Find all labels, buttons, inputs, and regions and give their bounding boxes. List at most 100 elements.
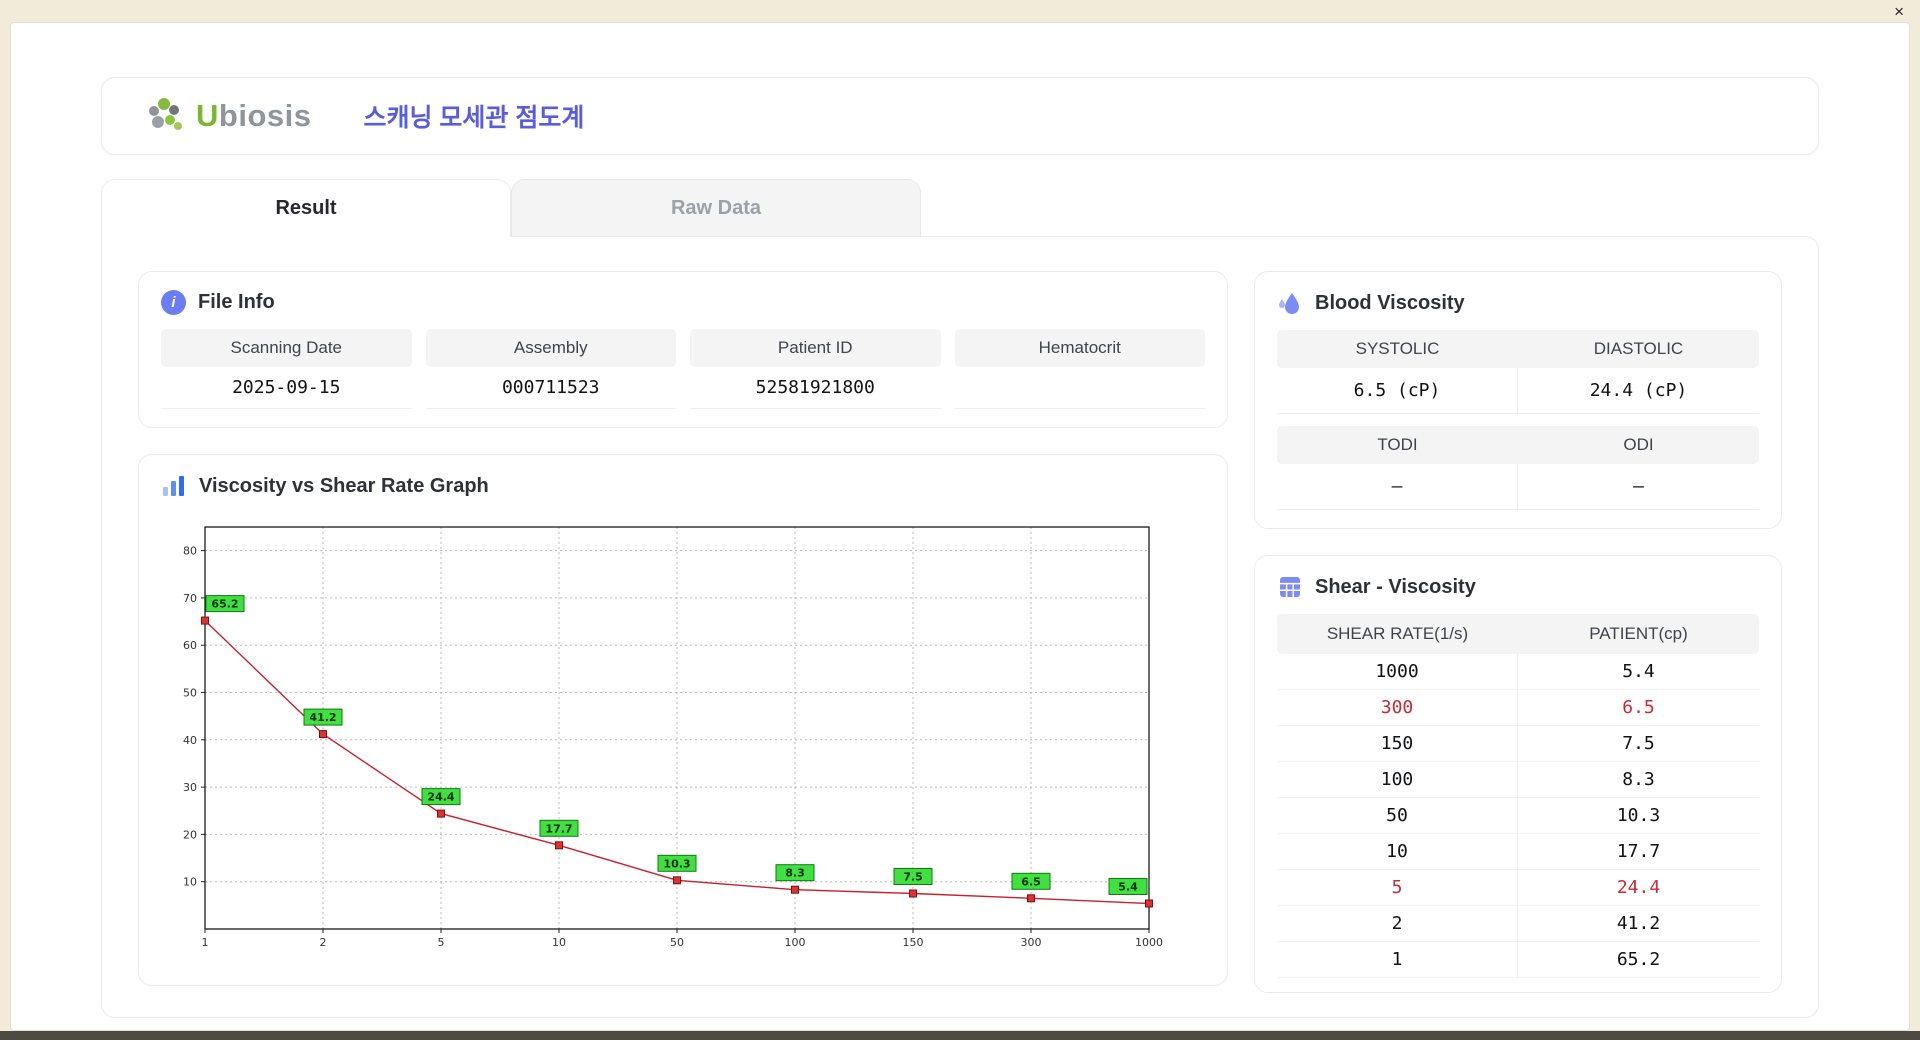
file-info-field: Scanning Date 2025-09-15 xyxy=(161,329,412,409)
ubiosis-logo-mark xyxy=(149,98,182,130)
bv-label: ODI xyxy=(1623,435,1654,454)
table-row: 100 8.3 xyxy=(1277,762,1759,798)
app-window: Ubiosis 스캐닝 모세관 점도계 Result Raw Data i Fi… xyxy=(10,22,1910,1031)
shear-col-header: SHEAR RATE(1/s) xyxy=(1326,624,1469,643)
svg-text:20: 20 xyxy=(183,828,197,841)
left-column: i File Info Scanning Date 2025-09-15 Assem… xyxy=(138,271,1228,986)
app-title: 스캐닝 모세관 점도계 xyxy=(363,104,585,132)
svg-text:10: 10 xyxy=(183,876,197,889)
graph-panel: Viscosity vs Shear Rate Graph 10 20 30 40 50… xyxy=(138,454,1228,986)
svg-text:50: 50 xyxy=(670,936,684,949)
svg-text:100: 100 xyxy=(785,936,806,949)
svg-text:300: 300 xyxy=(1021,936,1042,949)
tab-raw-data[interactable]: Raw Data xyxy=(511,179,921,237)
chart-point-label: 5.4 xyxy=(1108,878,1148,895)
chart-point-label: 10.3 xyxy=(657,854,697,872)
bv-value: – xyxy=(1277,464,1518,509)
bv-value: 24.4 (cP) xyxy=(1589,380,1688,401)
shear-viscosity-panel: Shear - Viscosity SHEAR RATE(1/s) PATIEN… xyxy=(1254,555,1782,993)
table-row: 5 24.4 xyxy=(1277,870,1759,906)
blood-viscosity-header: Blood Viscosity xyxy=(1277,290,1759,316)
svg-text:1000: 1000 xyxy=(1135,936,1163,949)
svg-text:5.4: 5.4 xyxy=(1118,881,1138,894)
svg-text:40: 40 xyxy=(183,734,197,747)
svg-text:65.2: 65.2 xyxy=(211,598,238,611)
chart-point-label: 17.7 xyxy=(539,819,579,837)
chart-point xyxy=(791,885,799,894)
table-row: 50 10.3 xyxy=(1277,798,1759,834)
table-row: 1000 5.4 xyxy=(1277,654,1759,690)
chart-point-label: 6.5 xyxy=(1011,872,1051,890)
graph-header: Viscosity vs Shear Rate Graph xyxy=(161,473,1205,499)
table-row: 150 7.5 xyxy=(1277,726,1759,762)
tabs: Result Raw Data xyxy=(101,179,1819,237)
svg-text:8.3: 8.3 xyxy=(785,867,805,880)
logo-rest: biosis xyxy=(218,98,312,133)
table-row: 1 65.2 xyxy=(1277,942,1759,978)
viscosity-chart: 10 20 30 40 50 60 70 80 1 2 5 10 50 100 150 300 1000 65.2… xyxy=(161,513,1205,967)
patient-col-header: PATIENT(cp) xyxy=(1589,624,1688,643)
field-value: 2025-09-15 xyxy=(161,367,412,409)
main-card: i File Info Scanning Date 2025-09-15 Assem… xyxy=(101,236,1819,1018)
titlebar: × xyxy=(0,0,1920,22)
svg-text:150: 150 xyxy=(903,936,924,949)
chart-point-label: 8.3 xyxy=(775,864,815,882)
bv-label: DIASTOLIC xyxy=(1593,339,1684,358)
info-icon: i xyxy=(161,290,186,315)
table-grid-icon xyxy=(1280,577,1300,597)
close-icon[interactable]: × xyxy=(1894,3,1904,20)
svg-text:1: 1 xyxy=(202,936,209,949)
file-info-field: Hematocrit xyxy=(954,329,1205,409)
chart-point xyxy=(673,876,681,885)
svg-text:70: 70 xyxy=(183,592,197,605)
ubiosis-logo: Ubiosis xyxy=(144,96,311,136)
header-card: Ubiosis 스캐닝 모세관 점도계 xyxy=(101,77,1819,155)
svg-text:10.3: 10.3 xyxy=(663,857,690,870)
field-value xyxy=(954,367,1205,409)
file-info-field: Patient ID 52581921800 xyxy=(690,329,941,409)
shear-viscosity-title: Shear - Viscosity xyxy=(1315,575,1476,598)
table-row: 2 41.2 xyxy=(1277,906,1759,942)
bar-chart-icon xyxy=(163,476,184,496)
file-info-header: i File Info xyxy=(161,290,1205,315)
file-info-field: Assembly 000711523 xyxy=(425,329,676,409)
chart-point-label: 41.2 xyxy=(303,708,343,726)
shear-table-header: SHEAR RATE(1/s) PATIENT(cp) xyxy=(1277,614,1759,654)
chart-point xyxy=(1145,899,1153,908)
svg-text:30: 30 xyxy=(183,781,197,794)
field-label: Patient ID xyxy=(690,329,941,367)
field-label: Assembly xyxy=(425,329,676,367)
bv-label: SYSTOLIC xyxy=(1355,339,1440,358)
svg-text:50: 50 xyxy=(183,687,197,700)
tab-result[interactable]: Result xyxy=(101,179,511,237)
field-label: Scanning Date xyxy=(161,329,412,367)
chart-point xyxy=(319,730,327,739)
blood-viscosity-panel: Blood Viscosity SYSTOLIC DIASTOLIC 6.5 (cP… xyxy=(1254,271,1782,529)
blood-viscosity-title: Blood Viscosity xyxy=(1315,291,1465,314)
file-info-fields: Scanning Date 2025-09-15 Assembly 000711523… xyxy=(161,329,1205,409)
shear-viscosity-header: Shear - Viscosity xyxy=(1277,574,1759,600)
svg-text:2: 2 xyxy=(320,936,327,949)
chart-point-label: 65.2 xyxy=(205,595,245,613)
svg-text:5: 5 xyxy=(438,936,445,949)
table-row: 10 17.7 xyxy=(1277,834,1759,870)
blood-drop-icon xyxy=(1279,293,1299,314)
table-row: 300 6.5 xyxy=(1277,690,1759,726)
svg-text:6.5: 6.5 xyxy=(1021,875,1041,888)
blood-viscosity-grid: SYSTOLIC DIASTOLIC 6.5 (cP) 24.4 (cP) TODI OD… xyxy=(1277,330,1759,510)
svg-text:24.4: 24.4 xyxy=(427,791,454,804)
viscosity-chart-svg: 10 20 30 40 50 60 70 80 1 2 5 10 50 100 150 300 1000 65.2… xyxy=(183,526,1163,949)
svg-text:7.5: 7.5 xyxy=(903,871,923,884)
chart-point-label: 7.5 xyxy=(893,868,933,885)
svg-text:10: 10 xyxy=(552,936,566,949)
chart-point xyxy=(909,889,917,898)
shear-table-rows: 1000 5.4 300 6.5 150 7.5 100 8.3 50 10.3 10 17.7 5 24… xyxy=(1277,654,1759,978)
chart-point-label: 24.4 xyxy=(421,788,461,806)
chart-point xyxy=(1027,894,1035,903)
svg-text:41.2: 41.2 xyxy=(309,711,336,724)
logo-u: U xyxy=(196,98,219,133)
right-column: Blood Viscosity SYSTOLIC DIASTOLIC 6.5 (cP… xyxy=(1254,271,1782,993)
bv-label: TODI xyxy=(1377,435,1418,454)
bv-value: – xyxy=(1633,476,1644,497)
logo-text: Ubiosis xyxy=(196,98,311,134)
